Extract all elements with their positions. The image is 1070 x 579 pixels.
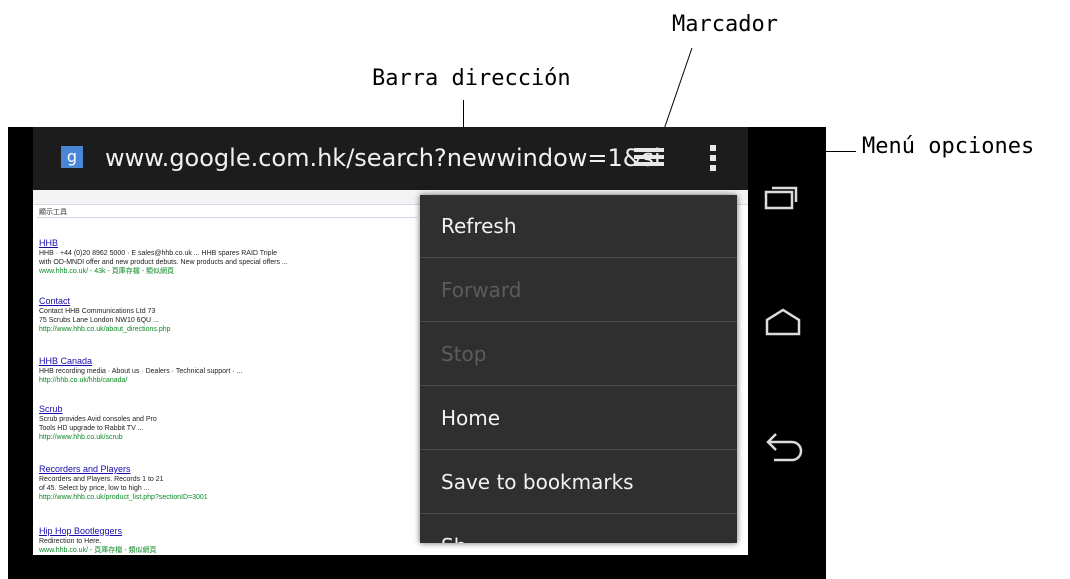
overflow-menu: Refresh Forward Stop Home Save to bookma… [420,195,737,543]
menu-item-forward: Forward [420,259,737,322]
url-text[interactable]: www.google.com.hk/search?newwindow=1&si [105,144,661,172]
home-icon[interactable] [758,302,808,342]
back-icon[interactable] [758,428,808,468]
menu-item-refresh[interactable]: Refresh [420,195,737,258]
result-snippet: with OD-MNDI offer and new product debut… [39,259,288,266]
result-url[interactable]: http://www.hhb.co.uk/product_list.php?se… [39,493,419,502]
result-url[interactable]: www.hhb.co.uk/ - 頁庫存檔 - 類似網頁 [39,546,419,555]
result-title-link[interactable]: HHB Canada [39,356,419,367]
callout-barra-direccion: Barra dirección [372,66,571,91]
recent-apps-icon[interactable] [758,180,808,220]
result-url[interactable]: http://hhb.co.uk/hhb/canada/ [39,376,419,385]
search-result: Contact Contact HHB Communications Ltd 7… [39,296,419,334]
overflow-menu-icon[interactable] [710,145,716,173]
search-result: HHB HHB · +44 (0)20 8962 5000 · E sales@… [39,238,419,276]
google-favicon-icon: g [61,146,83,168]
result-snippet: Scrub provides Avid consoles and Pro [39,416,157,423]
menu-item-share[interactable]: Sh [420,515,737,543]
result-url[interactable]: http://www.hhb.co.uk/about_directions.ph… [39,325,419,334]
callout-menu-opciones: Menú opciones [862,134,1035,159]
search-result: Recorders and Players Recorders and Play… [39,464,419,502]
result-title-link[interactable]: HHB [39,238,419,249]
menu-item-stop: Stop [420,323,737,386]
result-title-link[interactable]: Scrub [39,404,419,415]
search-result: Hip Hop Bootleggers Redirection to Here.… [39,526,419,555]
result-title-link[interactable]: Hip Hop Bootleggers [39,526,419,537]
menu-item-save-to-bookmarks[interactable]: Save to bookmarks [420,451,737,514]
result-snippet: of 45. Select by price, low to high ... [39,485,150,492]
result-snippet: Tools HD upgrade to Rabbit TV ... [39,425,144,432]
callout-marcador: Marcador [672,12,778,37]
menu-item-home[interactable]: Home [420,387,737,450]
result-title-link[interactable]: Recorders and Players [39,464,419,475]
tools-label: 顯示工具 [39,209,67,216]
result-snippet: Redirection to Here. [39,538,102,545]
result-snippet: HHB recording media · About us · Dealers… [39,368,243,375]
result-snippet: Recorders and Players. Records 1 to 21 [39,476,164,483]
divider [37,217,417,218]
result-url[interactable]: www.hhb.co.uk/ - 43k - 頁庫存檔 - 類似網頁 [39,267,419,276]
result-url[interactable]: http://www.hhb.co.uk/scrub [39,433,419,442]
result-snippet: HHB · +44 (0)20 8962 5000 · E sales@hhb.… [39,250,278,257]
result-snippet: 75 Scrubs Lane London NW10 6QU ... [39,317,159,324]
search-result: Scrub Scrub provides Avid consoles and P… [39,404,419,442]
bookmark-list-icon[interactable] [634,148,664,170]
search-result: HHB Canada HHB recording media · About u… [39,356,419,385]
result-snippet: Contact HHB Communications Ltd 73 [39,308,156,315]
result-title-link[interactable]: Contact [39,296,419,307]
